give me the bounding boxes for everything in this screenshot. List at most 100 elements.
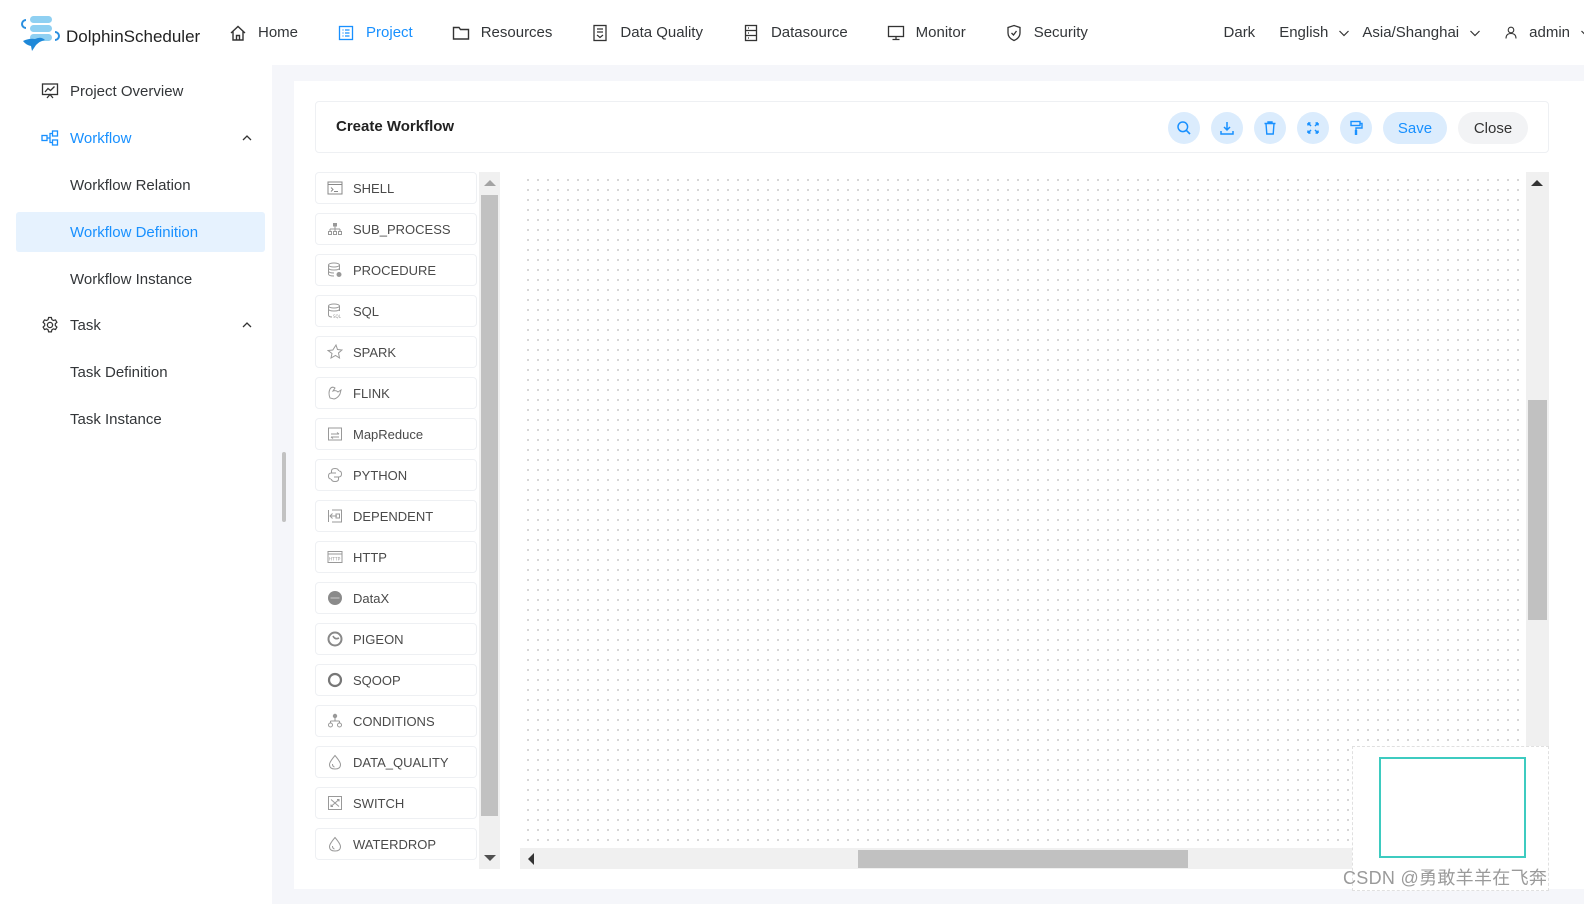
nav-data-quality[interactable]: Data Quality xyxy=(590,23,703,43)
theme-toggle-label: Dark xyxy=(1223,24,1256,41)
nav-datasource-label: Datasource xyxy=(770,24,848,41)
sidebar-item-label: Workflow Instance xyxy=(70,270,193,288)
scroll-left-arrow-icon[interactable] xyxy=(528,853,534,865)
minimap-viewport[interactable] xyxy=(1379,757,1526,858)
task-item-shell[interactable]: SHELL xyxy=(315,172,477,204)
terminal-icon xyxy=(326,179,344,197)
nav-security[interactable]: Security xyxy=(1004,23,1088,43)
header-right-tools: Dark English Asia/Shanghai admin xyxy=(1200,0,1584,65)
search-icon xyxy=(1176,120,1192,136)
nav-resources[interactable]: Resources xyxy=(451,23,553,43)
search-button[interactable] xyxy=(1168,112,1200,144)
main-nav: Home Project Resources Data Quality Data… xyxy=(228,0,1126,65)
data-quality-icon xyxy=(590,23,610,43)
task-item-sql[interactable]: SQL SQL xyxy=(315,295,477,327)
scroll-up-arrow-icon[interactable] xyxy=(1531,180,1543,186)
task-item-pigeon[interactable]: PIGEON xyxy=(315,623,477,655)
sidebar-item-label: Workflow xyxy=(70,129,132,147)
theme-toggle[interactable]: Dark xyxy=(1224,24,1256,41)
task-item-label: PYTHON xyxy=(353,467,408,483)
nav-datasource[interactable]: Datasource xyxy=(741,23,848,43)
sidebar-group-task[interactable]: Task xyxy=(16,305,265,345)
user-name: admin xyxy=(1529,24,1570,41)
sidebar-item-workflow-relation[interactable]: Workflow Relation xyxy=(16,165,265,205)
task-item-waterdrop[interactable]: WATERDROP xyxy=(315,828,477,860)
task-item-conditions[interactable]: CONDITIONS xyxy=(315,705,477,737)
sidebar-item-label: Task Instance xyxy=(70,410,162,428)
chart-board-icon xyxy=(40,81,60,101)
sidebar-item-task-instance[interactable]: Task Instance xyxy=(16,399,265,439)
sidebar-item-workflow-instance[interactable]: Workflow Instance xyxy=(16,259,265,299)
fullscreen-button[interactable] xyxy=(1297,112,1329,144)
task-item-label: SHELL xyxy=(353,180,395,196)
nav-resources-label: Resources xyxy=(480,24,553,41)
scroll-down-arrow-icon[interactable] xyxy=(484,855,496,861)
task-item-label: SQOOP xyxy=(353,672,401,688)
chevron-up-icon xyxy=(241,319,253,331)
task-item-label: CONDITIONS xyxy=(353,713,435,729)
nav-security-label: Security xyxy=(1033,24,1088,41)
sidebar-item-project-overview[interactable]: Project Overview xyxy=(16,71,265,111)
sitemap-icon xyxy=(326,220,344,238)
download-button[interactable] xyxy=(1211,112,1243,144)
task-item-label: HTTP xyxy=(353,549,387,565)
app-logo[interactable]: DolphinScheduler xyxy=(18,14,200,54)
toolbox-scrollbar[interactable] xyxy=(479,172,500,869)
canvas-horizontal-scroll-thumb[interactable] xyxy=(858,850,1188,868)
user-icon xyxy=(1505,26,1517,39)
task-item-datax[interactable]: DataX xyxy=(315,582,477,614)
task-item-sub-process[interactable]: SUB_PROCESS xyxy=(315,213,477,245)
timezone-select[interactable]: Asia/Shanghai xyxy=(1362,24,1481,41)
sidebar-item-label: Task xyxy=(70,316,101,334)
task-item-python[interactable]: PYTHON xyxy=(315,459,477,491)
task-item-label: MapReduce xyxy=(353,426,424,442)
star-icon xyxy=(326,343,344,361)
editor-header: Create Workflow Save Close xyxy=(315,101,1549,153)
task-item-sqoop[interactable]: SQOOP xyxy=(315,664,477,696)
toolbox-scroll-thumb[interactable] xyxy=(481,195,498,816)
chevron-down-icon xyxy=(1338,27,1350,39)
nav-home-label: Home xyxy=(258,24,299,41)
task-item-label: SUB_PROCESS xyxy=(353,221,451,237)
sidebar-group-workflow[interactable]: Workflow xyxy=(16,118,265,158)
nav-monitor-label: Monitor xyxy=(915,24,966,41)
shield-icon xyxy=(1004,23,1024,43)
canvas-horizontal-scrollbar[interactable] xyxy=(520,848,1356,869)
pigeon-icon xyxy=(326,630,344,648)
task-item-label: DATA_QUALITY xyxy=(353,754,449,770)
nav-data-quality-label: Data Quality xyxy=(620,24,703,41)
sidebar-item-task-definition[interactable]: Task Definition xyxy=(16,352,265,392)
task-item-mapreduce[interactable]: MapReduce xyxy=(315,418,477,450)
nav-monitor[interactable]: Monitor xyxy=(886,23,966,43)
task-item-http[interactable]: HTTP HTTP xyxy=(315,541,477,573)
task-item-flink[interactable]: FLINK xyxy=(315,377,477,409)
user-menu[interactable]: admin xyxy=(1505,24,1584,41)
close-button[interactable]: Close xyxy=(1458,112,1528,144)
svg-text:SQL: SQL xyxy=(333,314,342,319)
task-item-data-quality[interactable]: DATA_QUALITY xyxy=(315,746,477,778)
workflow-icon xyxy=(40,128,60,148)
task-item-label: SQL xyxy=(353,303,380,319)
scroll-up-arrow-icon[interactable] xyxy=(484,180,496,186)
delete-button[interactable] xyxy=(1254,112,1286,144)
sidebar-item-workflow-definition[interactable]: Workflow Definition xyxy=(16,212,265,252)
nav-project[interactable]: Project xyxy=(336,23,413,43)
trash-icon xyxy=(1262,120,1278,136)
canvas-vertical-scroll-thumb[interactable] xyxy=(1528,400,1547,620)
gear-icon xyxy=(40,315,60,335)
canvas-vertical-scrollbar[interactable] xyxy=(1526,172,1549,844)
language-select[interactable]: English xyxy=(1279,24,1350,41)
conditions-icon xyxy=(326,712,344,730)
save-button[interactable]: Save xyxy=(1383,112,1447,144)
task-item-switch[interactable]: SWITCH xyxy=(315,787,477,819)
format-button[interactable] xyxy=(1340,112,1372,144)
task-item-dependent[interactable]: DEPENDENT xyxy=(315,500,477,532)
drop-icon xyxy=(326,835,344,853)
task-item-spark[interactable]: SPARK xyxy=(315,336,477,368)
nav-home[interactable]: Home xyxy=(228,23,298,43)
sidebar-resize-handle[interactable] xyxy=(282,452,286,522)
task-item-label: SWITCH xyxy=(353,795,405,811)
task-item-procedure[interactable]: PROCEDURE xyxy=(315,254,477,286)
download-icon xyxy=(1219,120,1235,136)
task-item-label: DEPENDENT xyxy=(353,508,434,524)
